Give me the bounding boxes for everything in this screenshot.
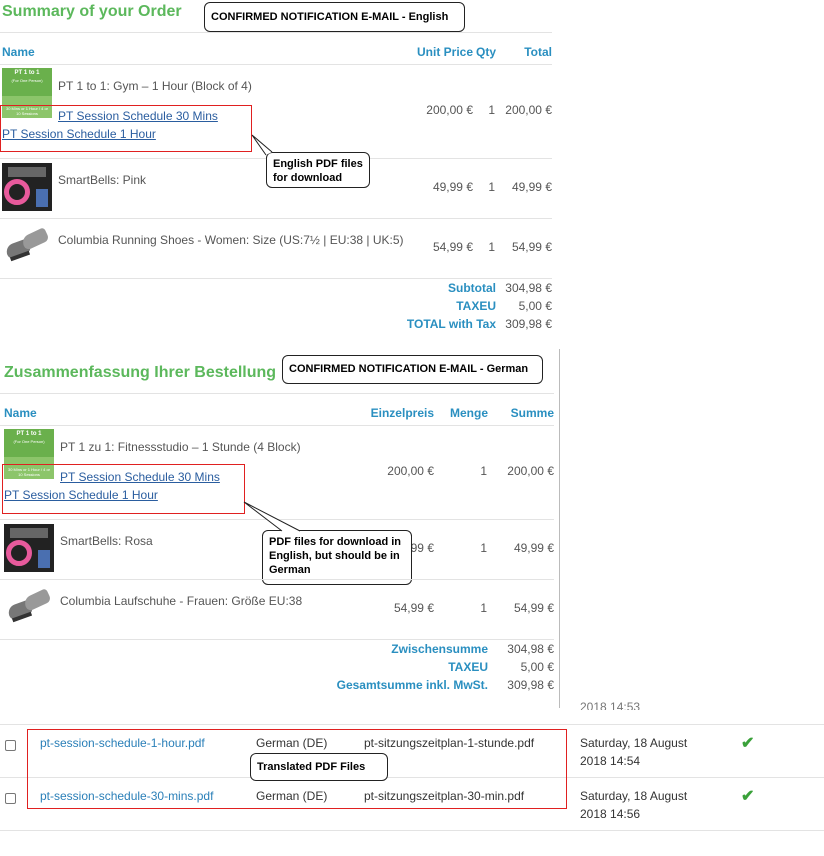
callout-pointers [243,134,301,532]
